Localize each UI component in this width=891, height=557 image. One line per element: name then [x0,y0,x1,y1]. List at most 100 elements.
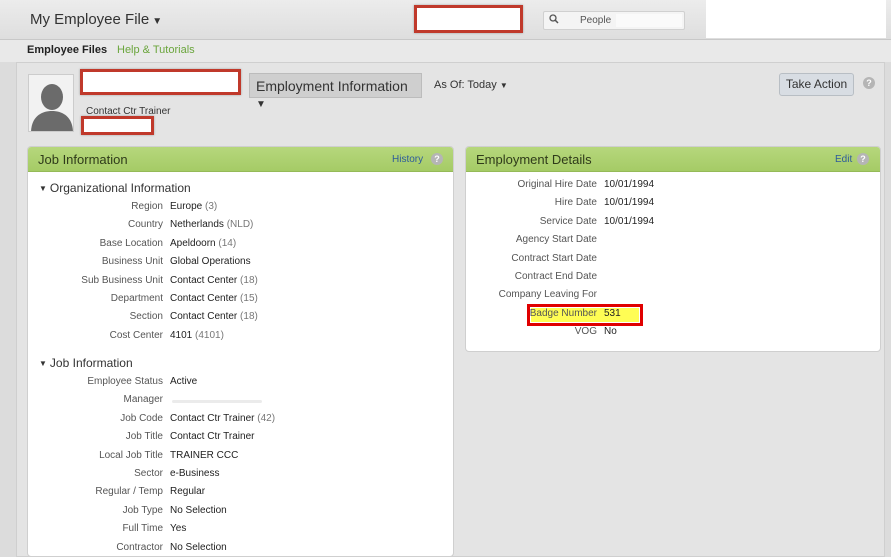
app-title: My Employee File [30,11,150,28]
field-label: Contract Start Date [511,252,597,264]
field-value-text: 10/01/1994 [604,215,655,227]
field-label: Sector [134,468,163,479]
caret-down-icon: ▼ [152,16,163,27]
as-of-selector[interactable]: As Of: Today ▼ [434,79,508,91]
field-label: Job Title [125,431,163,443]
field-value-text: Contact Ctr Trainer [170,431,255,443]
field-row: Hire Date 10/01/1994 [0,197,891,211]
field-value: No Selection [170,542,227,553]
job-info-group-title: Job Information [49,356,133,370]
redacted-box-header [414,5,523,33]
field-row: Company Leaving For [0,289,891,303]
field-value: Active [170,376,197,387]
field-value-text: Contact Ctr Trainer [170,412,255,424]
field-row: Regular / Temp Regular [0,486,891,500]
field-row: Service Date 10/01/1994 [0,216,891,230]
field-value-text: 10/01/1994 [604,179,655,190]
section-selector-label: Employment Information [256,78,408,94]
field-label: Badge Number [529,307,597,319]
people-search[interactable]: People [543,11,685,30]
take-action-button[interactable]: Take Action [779,73,854,96]
field-label: Original Hire Date [517,179,597,190]
help-icon[interactable]: ? [431,153,443,165]
help-icon[interactable]: ? [857,153,869,165]
field-label: Full Time [122,523,163,535]
as-of-value: Today [467,79,497,91]
field-label: Contractor [116,541,163,553]
field-value: 10/01/1994 [604,197,654,208]
job-panel-title: Job Information [38,152,128,167]
edit-link[interactable]: Edit [835,154,852,165]
field-row: Agency Start Date [0,234,891,248]
field-value-text: e-Business [170,468,220,479]
header-blank-area [706,0,886,38]
caret-down-icon: ▼ [256,99,266,110]
field-value: 10/01/1994 [604,179,654,190]
field-value: Contact Ctr Trainer [170,431,254,442]
field-label: Regular / Temp [95,486,163,498]
field-value-text: Active [170,376,198,387]
field-value-text: Regular [170,486,206,498]
field-row: VOG No [0,326,891,340]
search-input[interactable] [616,14,682,27]
field-value: e-Business [170,468,219,479]
field-value-code: (42) [257,412,276,424]
field-row: Employee Status Active [0,376,891,390]
redacted-box-id [81,116,154,135]
field-label: Agency Start Date [515,234,597,246]
field-value: Yes [170,523,186,534]
field-value-text: No Selection [170,541,227,553]
caret-down-icon: ▼ [499,81,508,90]
field-label: Company Leaving For [498,289,597,301]
field-value-text: 531 [604,307,621,319]
search-scope-label: People [580,15,612,26]
field-value-text: Yes [170,523,187,535]
field-label: Job Code [120,412,163,424]
collapse-triangle-icon: ▼ [39,359,47,368]
as-of-label: As Of: [434,79,465,91]
field-row: Contract Start Date [0,253,891,267]
redacted-box-name [80,69,241,95]
field-value-text: TRAINER CCC [170,449,239,461]
help-icon[interactable]: ? [863,77,875,89]
employment-panel-header: Employment Details Edit ? [466,147,880,172]
field-value: Regular [170,486,205,497]
field-value-text: 10/01/1994 [604,197,655,209]
redacted-manager-value [172,400,262,403]
field-value: TRAINER CCC [170,450,238,461]
field-label: VOG [574,326,597,338]
history-link[interactable]: History [392,154,423,165]
avatar [28,74,74,132]
field-value-text: No [604,326,617,338]
field-value: Contact Ctr Trainer (42) [170,413,275,424]
field-row: Contractor No Selection [0,542,891,556]
field-label: Hire Date [554,197,597,209]
field-value: 10/01/1994 [604,216,654,227]
field-value: No [604,326,617,337]
field-row: Job Type No Selection [0,505,891,519]
field-row: Badge Number 531 [0,308,891,322]
field-value-text: No Selection [170,504,227,516]
person-silhouette-icon [29,75,73,131]
field-row: Original Hire Date 10/01/1994 [0,179,891,193]
field-label: Job Type [122,504,163,516]
field-row: Local Job Title TRAINER CCC [0,450,891,464]
field-label: Service Date [539,215,597,227]
field-row: Contract End Date [0,271,891,285]
field-row: Job Title Contact Ctr Trainer [0,431,891,445]
job-info-group-header[interactable]: ▼ Job Information [39,356,133,370]
field-label: Employee Status [87,376,163,387]
field-label: Manager [123,394,163,406]
employment-panel-title: Employment Details [476,152,592,167]
field-row: Full Time Yes [0,523,891,537]
sub-navigation: Employee Files Help & Tutorials [0,40,891,62]
search-icon [549,14,559,24]
field-row: Sector e-Business [0,468,891,482]
tab-help-tutorials[interactable]: Help & Tutorials [117,44,195,56]
tab-employee-files[interactable]: Employee Files [27,44,107,56]
section-selector[interactable]: Employment Information ▼ [249,73,422,110]
app-title-menu[interactable]: My Employee File ▼ [30,11,162,28]
job-panel-header: Job Information History ? [28,147,453,172]
field-label: Contract End Date [514,271,597,282]
field-row: Job Code Contact Ctr Trainer (42) [0,413,891,427]
